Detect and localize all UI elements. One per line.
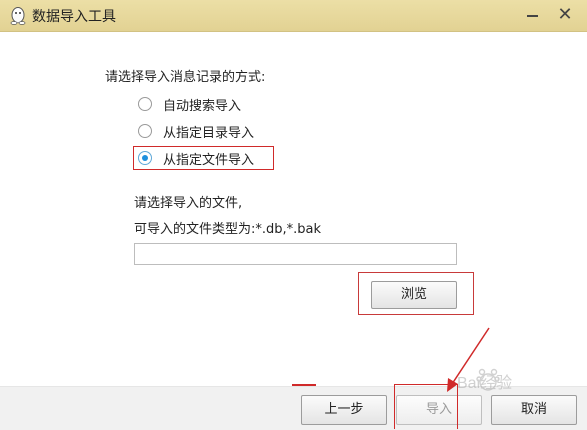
- baidu-jingyan-watermark: Bai经验: [457, 368, 512, 392]
- watermark-text: Bai经验: [457, 374, 512, 392]
